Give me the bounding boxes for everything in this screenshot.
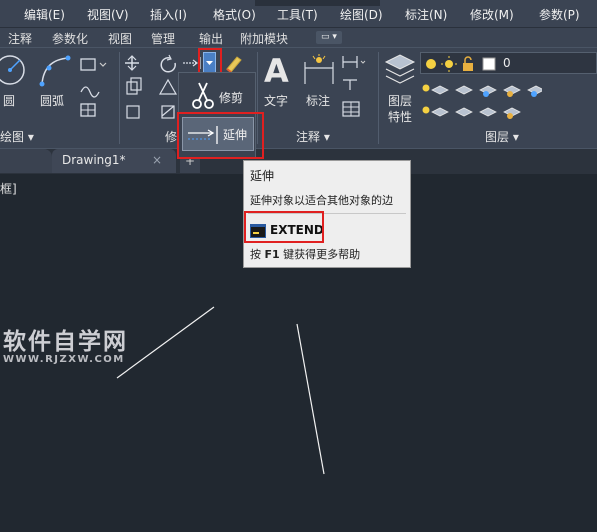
annotation-tools-icon[interactable]: [340, 54, 366, 120]
tooltip-description: 延伸对象以适合其他对象的边: [250, 194, 393, 207]
modify-panel-label[interactable]: 修: [165, 128, 177, 145]
layer-state-icons: [426, 56, 496, 72]
circle-label[interactable]: 圆: [3, 92, 15, 109]
trim-label[interactable]: 修剪: [219, 89, 243, 106]
tab-annotate[interactable]: 注释: [8, 30, 32, 47]
modify-tools-icon[interactable]: [124, 54, 180, 122]
tooltip-help: 按 F1 键获得更多帮助: [250, 246, 360, 262]
menu-draw[interactable]: 绘图(D): [340, 6, 383, 23]
erase-icon[interactable]: [224, 54, 244, 72]
tab-drawing1-label: Drawing1*: [62, 153, 126, 167]
layer-properties-label-1[interactable]: 图层: [388, 92, 412, 109]
layer-dropdown[interactable]: 0: [420, 52, 597, 74]
tooltip-help-prefix: 按: [250, 248, 265, 261]
panel-separator: [378, 52, 379, 144]
menu-tools[interactable]: 工具(T): [277, 6, 318, 23]
menu-format[interactable]: 格式(O): [213, 6, 256, 23]
watermark: 软件自学网 WWW.RJZXW.COM: [3, 322, 128, 365]
layers-panel-label[interactable]: 图层 ▾: [485, 128, 519, 145]
text-icon[interactable]: A: [262, 52, 292, 88]
close-icon[interactable]: ×: [152, 153, 162, 167]
layer-properties-label-2[interactable]: 特性: [388, 108, 412, 125]
circle-icon[interactable]: [0, 54, 30, 90]
tab-drawing1[interactable]: Drawing1* ×: [52, 149, 176, 173]
annotation-panel-label[interactable]: 注释 ▾: [296, 128, 330, 145]
menu-insert[interactable]: 插入(I): [150, 6, 187, 23]
menu-parametric[interactable]: 参数(P): [539, 6, 580, 23]
ribbon-panel: 圆 圆弧 绘图 ▾ 修 A 文字 标注 注释 ▾ 图层 特性 0 图层 ▾: [0, 48, 597, 148]
ribbon-tab-bar: 注释 参数化 视图 管理 输出 附加模块 ▭ ▾: [0, 28, 597, 48]
layer-tools-icon[interactable]: [422, 78, 542, 124]
start-tab[interactable]: [0, 149, 52, 173]
watermark-sub: WWW.RJZXW.COM: [3, 354, 125, 365]
scissors-icon[interactable]: [191, 81, 217, 111]
tooltip-title: 延伸: [250, 169, 275, 183]
highlight-extend-item: [177, 112, 264, 159]
tooltip-help-suffix: 键获得更多帮助: [279, 248, 361, 261]
tab-output[interactable]: 输出: [199, 30, 223, 47]
draw-panel-label[interactable]: 绘图 ▾: [0, 128, 34, 145]
line-left[interactable]: [116, 306, 215, 379]
highlight-command-name: [244, 211, 324, 243]
draw-tools-icon[interactable]: [78, 54, 114, 122]
text-label[interactable]: 文字: [264, 92, 288, 109]
menu-dimension[interactable]: 标注(N): [405, 6, 447, 23]
menu-bar: 编辑(E) 视图(V) 插入(I) 格式(O) 工具(T) 绘图(D) 标注(N…: [0, 0, 597, 28]
arc-icon[interactable]: [38, 54, 72, 88]
svg-text:A: A: [264, 52, 289, 88]
line-right[interactable]: [296, 323, 325, 475]
tab-addins[interactable]: 附加模块: [240, 30, 288, 47]
tab-view[interactable]: 视图: [108, 30, 132, 47]
panel-separator: [119, 52, 120, 144]
dimension-label[interactable]: 标注: [306, 92, 330, 109]
current-layer-name: 0: [503, 56, 511, 70]
tab-parametric[interactable]: 参数化: [52, 30, 88, 47]
layer-properties-icon[interactable]: [384, 52, 418, 86]
watermark-main: 软件自学网: [3, 329, 128, 355]
arc-label[interactable]: 圆弧: [40, 92, 64, 109]
dimension-icon[interactable]: [302, 54, 336, 86]
ribbon-toggle-button[interactable]: ▭ ▾: [316, 31, 342, 44]
menu-view[interactable]: 视图(V): [87, 6, 129, 23]
menu-edit[interactable]: 编辑(E): [24, 6, 65, 23]
tooltip-help-key: F1: [264, 248, 280, 261]
tab-manage[interactable]: 管理: [151, 30, 175, 47]
menu-modify[interactable]: 修改(M): [470, 6, 514, 23]
